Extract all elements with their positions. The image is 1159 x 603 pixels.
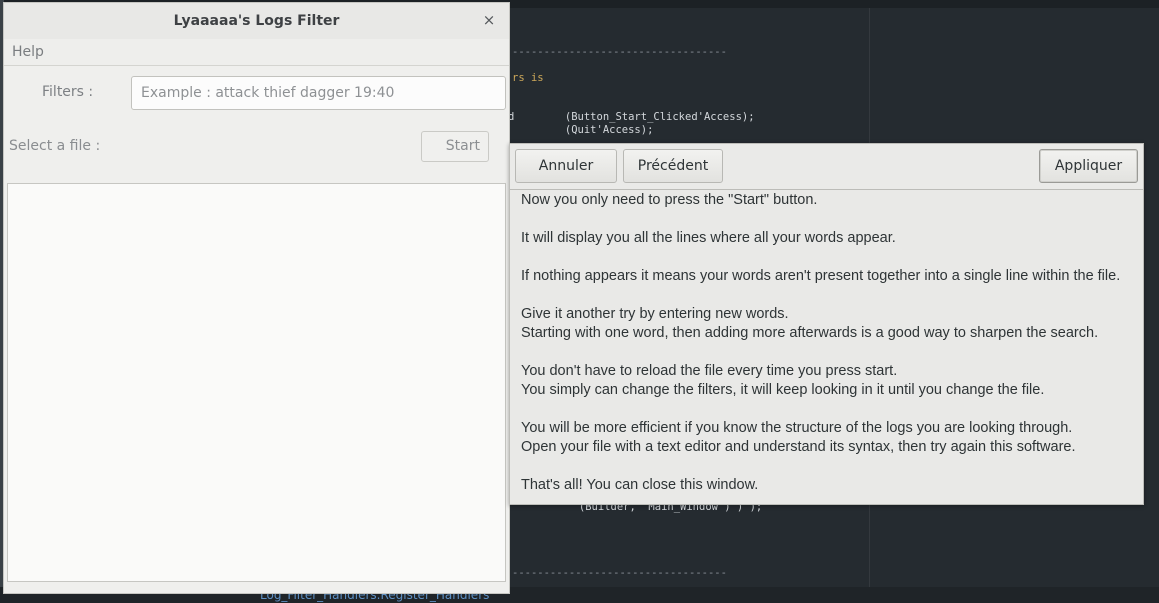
help-text-line: That's all! You can close this window.: [521, 477, 759, 493]
code-line: (Quit'Access);: [508, 124, 654, 136]
main-window: Lyaaaaa's Logs Filter × Help Filters : S…: [3, 2, 510, 594]
results-text-view[interactable]: [7, 183, 506, 582]
filters-label: Filters :: [42, 84, 94, 100]
help-content: Now you only need to press the "Start" b…: [510, 190, 1143, 504]
code-line: ----------------------------------: [512, 567, 727, 579]
select-file-label: Select a file :: [9, 138, 101, 154]
filters-input[interactable]: [131, 76, 506, 110]
help-dialog: Annuler Précédent Appliquer Now you only…: [509, 143, 1144, 505]
window-title: Lyaaaaa's Logs Filter: [173, 13, 340, 29]
close-icon[interactable]: ×: [479, 10, 499, 30]
cancel-button[interactable]: Annuler: [515, 149, 617, 183]
help-text-line: You will be more efficient if you know t…: [521, 420, 1073, 436]
help-text-line: It will display you all the lines where …: [521, 230, 896, 246]
help-text-line: Now you only need to press the "Start" b…: [521, 192, 818, 208]
menu-help[interactable]: Help: [12, 44, 44, 60]
title-bar: Lyaaaaa's Logs Filter ×: [4, 3, 509, 40]
help-text-line: You don't have to reload the file every …: [521, 363, 898, 379]
dialog-header: Annuler Précédent Appliquer: [510, 144, 1143, 190]
code-line: ----------------------------------: [512, 46, 727, 58]
code-line: d (Button_Start_Clicked'Access);: [508, 111, 755, 123]
help-text-line: You simply can change the filters, it wi…: [521, 382, 1045, 398]
start-button[interactable]: Start: [421, 131, 489, 162]
help-text-line: Open your file with a text editor and un…: [521, 439, 1076, 455]
help-text-line: Starting with one word, then adding more…: [521, 325, 1099, 341]
help-text-line: If nothing appears it means your words a…: [521, 268, 1121, 284]
previous-button[interactable]: Précédent: [623, 149, 723, 183]
help-text-line: Give it another try by entering new word…: [521, 306, 789, 322]
menu-bar: Help: [4, 39, 509, 66]
apply-button[interactable]: Appliquer: [1039, 149, 1138, 183]
code-line: rs is: [512, 72, 544, 84]
